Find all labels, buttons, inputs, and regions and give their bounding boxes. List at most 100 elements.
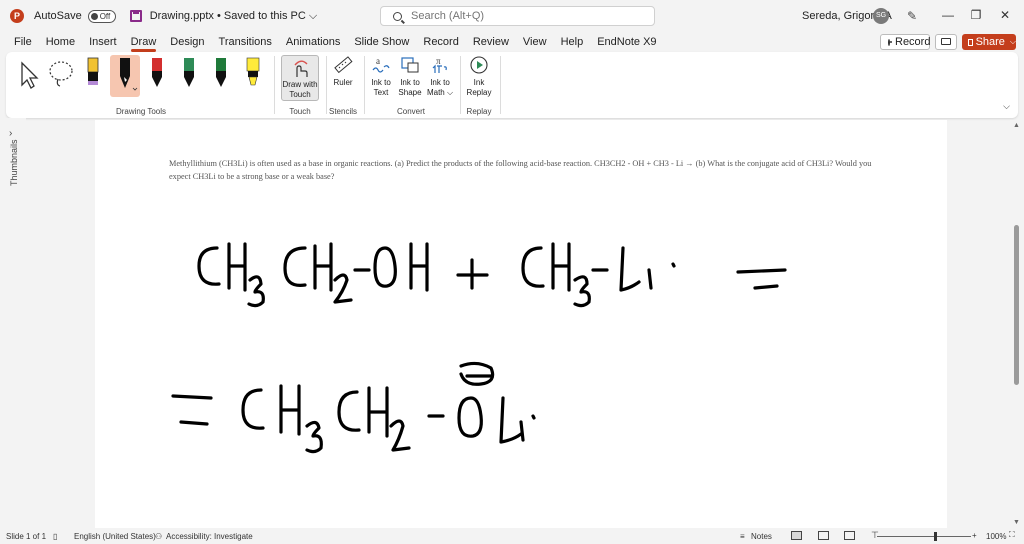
comments-button[interactable] xyxy=(935,34,957,50)
menu-bar: File Home Insert Draw Design Transitions… xyxy=(0,32,1024,52)
ink-stroke xyxy=(313,242,333,292)
document-title[interactable]: Drawing.pptx • Saved to this PC ⌵ xyxy=(150,10,317,23)
ink-stroke xyxy=(197,246,221,286)
zoom-in-button[interactable]: + xyxy=(972,531,977,540)
ink-to-text-button[interactable]: a Ink to Text xyxy=(368,55,394,98)
ink-stroke xyxy=(519,420,525,442)
tab-transitions[interactable]: Transitions xyxy=(212,32,279,52)
tab-design[interactable]: Design xyxy=(163,32,211,52)
fit-slide-icon[interactable]: ⛶ xyxy=(1009,530,1015,540)
vertical-scrollbar[interactable]: ▲ ▼ xyxy=(1010,120,1024,528)
slide-canvas[interactable]: Methyllithium (CH3Li) is often used as a… xyxy=(95,120,947,528)
handwritten-ink xyxy=(171,242,787,454)
normal-view-icon[interactable] xyxy=(791,531,802,540)
tab-insert[interactable]: Insert xyxy=(82,32,124,52)
tab-slide-show[interactable]: Slide Show xyxy=(347,32,416,52)
record-button[interactable]: Record xyxy=(880,34,930,50)
ink-to-shape-label-2: Shape xyxy=(398,88,422,97)
pen-green-icon[interactable] xyxy=(176,55,202,97)
tab-view[interactable]: View xyxy=(516,32,554,52)
ink-to-math-button[interactable]: π Ink to Math ⌵ xyxy=(426,55,454,98)
tab-endnote[interactable]: EndNote X9 xyxy=(590,32,663,52)
zoom-slider-thumb[interactable] xyxy=(934,532,937,541)
ink-stroke xyxy=(283,246,307,287)
ink-stroke xyxy=(247,275,265,308)
ink-stroke xyxy=(241,388,265,430)
zoom-slider[interactable] xyxy=(877,536,971,537)
tab-help[interactable]: Help xyxy=(554,32,591,52)
close-button[interactable]: ✕ xyxy=(998,8,1012,22)
notes-button[interactable]: Notes xyxy=(751,532,772,541)
ink-replay-label-1: Ink xyxy=(473,78,485,87)
scroll-down-arrow-icon[interactable]: ▼ xyxy=(1013,519,1020,526)
ruler-button[interactable]: Ruler xyxy=(330,55,356,88)
ruler-label: Ruler xyxy=(333,78,353,87)
svg-text:a: a xyxy=(376,56,380,66)
ink-stroke xyxy=(499,396,523,444)
record-icon xyxy=(888,38,892,46)
group-label-replay: Replay xyxy=(466,107,492,116)
powerpoint-logo-icon: P xyxy=(10,9,24,23)
save-icon[interactable] xyxy=(129,10,142,22)
group-label-drawing-tools: Drawing Tools xyxy=(115,107,167,116)
search-input[interactable] xyxy=(411,10,631,22)
comment-icon xyxy=(941,38,951,45)
pen-dark-green-icon[interactable] xyxy=(208,55,234,97)
share-label: Share xyxy=(975,36,1005,48)
toggle-knob xyxy=(90,12,98,20)
maximize-button[interactable]: ❐ xyxy=(969,8,983,22)
ink-stroke xyxy=(551,242,571,292)
share-button[interactable]: Share ⌵ xyxy=(962,34,1016,50)
search-box[interactable] xyxy=(380,6,655,26)
pen-yellow-icon[interactable] xyxy=(80,55,106,97)
tab-draw[interactable]: Draw xyxy=(124,32,164,52)
ink-stroke xyxy=(459,361,495,386)
ink-stroke xyxy=(227,242,247,292)
lasso-select-icon[interactable] xyxy=(48,55,74,97)
autosave-state: Off xyxy=(99,11,111,21)
ink-stroke xyxy=(305,420,323,454)
pen-black-icon[interactable] xyxy=(110,55,140,97)
select-tool-icon[interactable] xyxy=(16,55,42,97)
tab-record[interactable]: Record xyxy=(416,32,465,52)
avatar[interactable]: SG xyxy=(873,8,889,24)
expand-thumbnails-chevron-icon[interactable]: › xyxy=(9,128,12,139)
thumbnails-label[interactable]: Thumbnails xyxy=(9,139,19,186)
status-bar: Slide 1 of 1 ▯ English (United States) ⚇… xyxy=(0,528,1024,544)
ink-to-math-label-1: Ink to xyxy=(430,78,450,87)
ink-stroke xyxy=(457,396,483,438)
share-icon xyxy=(968,38,973,46)
slide-sorter-icon[interactable] xyxy=(818,531,829,540)
scroll-up-arrow-icon[interactable]: ▲ xyxy=(1013,122,1020,129)
reading-view-icon[interactable] xyxy=(844,531,855,540)
autosave-toggle[interactable]: Off xyxy=(87,9,116,23)
highlighter-yellow-icon[interactable] xyxy=(240,55,266,97)
language-status[interactable]: English (United States) xyxy=(74,532,156,541)
pen-icon[interactable]: ✎ xyxy=(907,9,917,23)
tab-file[interactable]: File xyxy=(7,32,39,52)
draw-with-touch-label-1: Draw with xyxy=(282,80,318,89)
ink-to-text-label-2: Text xyxy=(373,88,389,97)
ink-stroke xyxy=(367,386,389,438)
zoom-level[interactable]: 100% xyxy=(986,532,1006,541)
tab-animations[interactable]: Animations xyxy=(279,32,347,52)
book-icon[interactable]: ▯ xyxy=(53,532,57,541)
ink-to-shape-button[interactable]: Ink to Shape xyxy=(396,55,424,98)
tab-home[interactable]: Home xyxy=(39,32,82,52)
ribbon-collapse-chevron-icon[interactable]: ⌵ xyxy=(1003,101,1010,112)
draw-with-touch-button[interactable]: Draw with Touch xyxy=(281,55,319,101)
ink-replay-button[interactable]: Ink Replay xyxy=(464,55,494,98)
search-icon xyxy=(393,11,402,21)
minimize-button[interactable]: — xyxy=(941,8,955,22)
autosave-label: AutoSave xyxy=(34,10,82,22)
tab-review[interactable]: Review xyxy=(466,32,516,52)
scrollbar-thumb[interactable] xyxy=(1014,225,1019,385)
ink-stroke xyxy=(573,275,591,308)
ink-stroke xyxy=(373,246,397,288)
accessibility-status[interactable]: Accessibility: Investigate xyxy=(166,532,253,541)
ink-stroke xyxy=(337,390,361,432)
svg-text:π: π xyxy=(436,56,441,66)
ink-stroke xyxy=(409,242,429,292)
ink-to-math-label-2: Math ⌵ xyxy=(426,88,454,97)
pen-red-icon[interactable] xyxy=(144,55,170,97)
